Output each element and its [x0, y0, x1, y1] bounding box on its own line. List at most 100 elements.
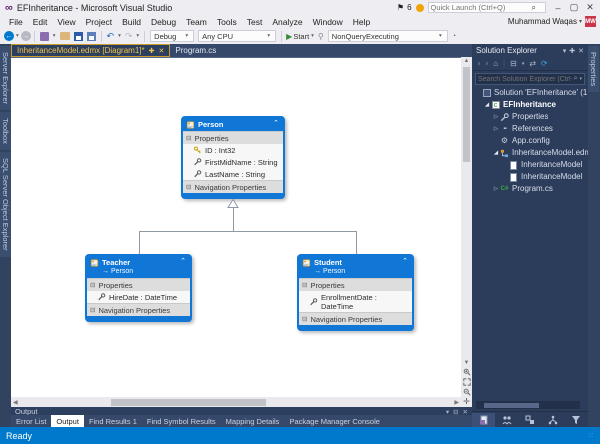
edmx-designer-canvas[interactable]: Person ⌃ ⊟ Properties ID : Int32 FirstMidName…: [11, 57, 461, 397]
start-button[interactable]: Start: [293, 32, 309, 41]
editor-vertical-scrollbar[interactable]: ▲ ▼: [461, 57, 472, 397]
entity-section-header[interactable]: ⊟ Navigation Properties: [183, 180, 283, 193]
entity-property-row[interactable]: ID : Int32: [183, 144, 283, 156]
undo-button[interactable]: ↶: [107, 31, 115, 42]
document-tab-inheritancemodel-edmx-diagram1-[interactable]: InheritanceModel.edmx [Diagram1]* ✚ ✕: [11, 44, 171, 57]
tree-item-efinheritance[interactable]: ◢ C EFInheritance: [472, 99, 588, 111]
chevron-down-icon[interactable]: ▾: [522, 61, 525, 67]
navigate-forward-button[interactable]: →: [20, 31, 31, 41]
tab-filter[interactable]: [565, 413, 588, 427]
vertical-scroll-thumb[interactable]: [463, 67, 470, 162]
solution-explorer-titlebar[interactable]: Solution Explorer ▾ ✚ ✕: [472, 44, 588, 57]
entity-section-header[interactable]: ⊟ Properties: [299, 278, 412, 291]
tree-item-references[interactable]: ▷ ▪▪ References: [472, 123, 588, 135]
solution-explorer-horizontal-scrollbar[interactable]: [476, 401, 580, 409]
search-input[interactable]: [478, 75, 572, 83]
pin-icon[interactable]: ✚: [569, 47, 575, 55]
section-expander-icon[interactable]: ⊟: [90, 282, 95, 289]
tool-tab-properties[interactable]: Properties: [588, 46, 599, 93]
forward-icon[interactable]: ◦: [485, 59, 488, 68]
menu-item-build[interactable]: Build: [117, 17, 146, 27]
resize-grip[interactable]: ⁙: [587, 431, 594, 440]
menu-item-view[interactable]: View: [52, 17, 80, 27]
bottom-tab-output[interactable]: Output: [51, 415, 84, 427]
tab-team-explorer[interactable]: [495, 413, 518, 427]
redo-button[interactable]: ↷: [125, 31, 133, 42]
quick-launch-input[interactable]: [427, 2, 546, 13]
close-icon[interactable]: ✕: [159, 47, 165, 55]
chevron-down-icon[interactable]: ▾: [563, 47, 567, 55]
collapse-chevron-icon[interactable]: ⌃: [273, 120, 279, 128]
zoom-in-icon[interactable]: [463, 368, 471, 376]
menu-item-window[interactable]: Window: [308, 17, 348, 27]
entity-section-header[interactable]: ⊟ Navigation Properties: [87, 303, 190, 316]
menu-item-team[interactable]: Team: [181, 17, 212, 27]
tree-item-properties[interactable]: ▷ Properties: [472, 111, 588, 123]
toolbar-overflow-button[interactable]: ▪: [454, 33, 456, 39]
tab-property-manager[interactable]: [542, 413, 565, 427]
intellitrace-event-select[interactable]: NonQueryExecuting ▾: [327, 30, 448, 42]
bottom-tab-find-symbol-results[interactable]: Find Symbol Results: [142, 415, 221, 427]
save-button[interactable]: [73, 31, 83, 41]
tool-tab-sql-server-object-explorer[interactable]: SQL Server Object Explorer: [0, 151, 11, 257]
menu-item-tools[interactable]: Tools: [212, 17, 242, 27]
minimize-button[interactable]: –: [551, 3, 565, 13]
maximize-button[interactable]: ▢: [567, 2, 581, 13]
tool-tab-toolbox[interactable]: Toolbox: [0, 112, 11, 150]
chevron-down-icon[interactable]: ▾: [53, 33, 56, 39]
entity-section-header[interactable]: ⊟ Navigation Properties: [299, 312, 412, 325]
chevron-down-icon[interactable]: ▾: [16, 33, 19, 39]
entity-teacher[interactable]: Teacher → Person ⌃ ⊟ Properties HireDate : Da…: [85, 254, 192, 322]
zoom-out-icon[interactable]: [463, 388, 471, 396]
navigate-back-button[interactable]: ←: [4, 31, 14, 41]
tool-tab-server-explorer[interactable]: Server Explorer: [0, 46, 11, 111]
collapse-chevron-icon[interactable]: ⌃: [402, 258, 408, 266]
menu-item-edit[interactable]: Edit: [28, 17, 53, 27]
menu-item-help[interactable]: Help: [348, 17, 375, 27]
expander-collapsed-icon[interactable]: ▷: [492, 123, 500, 135]
tree-item-inheritancemodel-edmx[interactable]: ◢ InheritanceModel.edmx: [472, 147, 588, 159]
menu-item-project[interactable]: Project: [81, 17, 117, 27]
solution-configuration-select[interactable]: Debug ▾: [150, 30, 195, 42]
collapse-chevron-icon[interactable]: ⌃: [180, 258, 186, 266]
pan-tool-icon[interactable]: ✛: [461, 397, 472, 407]
entity-property-row[interactable]: LastName : String: [183, 168, 283, 180]
close-button[interactable]: ✕: [583, 2, 597, 13]
pin-icon[interactable]: ✚: [149, 47, 155, 55]
chevron-down-icon[interactable]: ▾: [579, 76, 582, 82]
tree-item-inheritancemodel[interactable]: InheritanceModel: [472, 171, 588, 183]
expander-collapsed-icon[interactable]: ▷: [492, 183, 500, 195]
solution-explorer-search[interactable]: ⌕ ▾: [475, 73, 585, 85]
section-expander-icon[interactable]: ⊟: [186, 184, 191, 191]
collapse-all-icon[interactable]: ⊟: [510, 59, 517, 68]
back-icon[interactable]: ◦: [478, 59, 481, 68]
scroll-right-icon[interactable]: ▶: [452, 399, 461, 406]
document-tab-program-cs[interactable]: Program.cs: [170, 44, 221, 57]
entity-person[interactable]: Person ⌃ ⊟ Properties ID : Int32 FirstMidName…: [181, 116, 285, 199]
section-expander-icon[interactable]: ⊟: [302, 316, 307, 323]
section-expander-icon[interactable]: ⊟: [90, 307, 95, 314]
editor-horizontal-scrollbar[interactable]: ◀ ▶: [11, 397, 461, 407]
bottom-tab-mapping-details[interactable]: Mapping Details: [221, 415, 285, 427]
menu-item-test[interactable]: Test: [242, 17, 268, 27]
entity-property-row[interactable]: EnrollmentDate : DateTime: [299, 291, 412, 312]
menu-item-file[interactable]: File: [4, 17, 28, 27]
home-icon[interactable]: ⌂: [493, 59, 498, 68]
entity-header[interactable]: Person ⌃: [183, 118, 283, 131]
sync-with-active-document-icon[interactable]: ⇄: [529, 59, 536, 68]
bottom-tab-package-manager-console[interactable]: Package Manager Console: [284, 415, 384, 427]
menu-item-analyze[interactable]: Analyze: [267, 17, 307, 27]
horizontal-scroll-thumb[interactable]: [484, 402, 539, 408]
chevron-down-icon[interactable]: ▾: [136, 33, 139, 39]
tree-item-inheritancemodel[interactable]: InheritanceModel: [472, 159, 588, 171]
tab-solution-explorer[interactable]: [472, 412, 496, 427]
chevron-down-icon[interactable]: ▾: [118, 33, 121, 39]
expander-collapsed-icon[interactable]: ▷: [492, 111, 500, 123]
tab-class-view[interactable]: [518, 413, 541, 427]
user-name[interactable]: Muhammad Waqas: [508, 17, 577, 26]
expander-expanded-icon[interactable]: ◢: [492, 147, 500, 159]
tree-item-solution-efinheritance-1-proje[interactable]: Solution 'EFInheritance' (1 project): [472, 87, 588, 99]
open-file-button[interactable]: [59, 32, 70, 40]
entity-property-row[interactable]: HireDate : DateTime: [87, 291, 190, 303]
section-expander-icon[interactable]: ⊟: [302, 282, 307, 289]
